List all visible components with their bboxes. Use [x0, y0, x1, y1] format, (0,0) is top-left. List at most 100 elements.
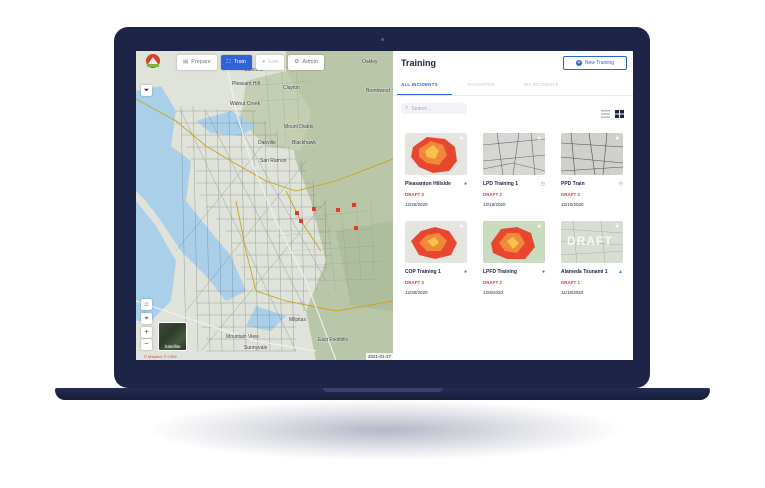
card-title: PPD Train: [561, 181, 585, 187]
map-place-label: Pleasant Hill: [232, 81, 260, 87]
incident-card[interactable]: ★ LPD Training 1 DRAFT 2 12/18/2020 ◷: [483, 133, 545, 207]
map-place-label: Mount Diablo: [284, 124, 314, 130]
search-icon: ⌕: [405, 105, 409, 111]
expand-icon: ⛶: [226, 58, 231, 65]
mode-button-admin[interactable]: ⚙ Admin: [288, 54, 324, 70]
map-canvas[interactable]: [136, 51, 393, 360]
list-view-toggle[interactable]: [601, 105, 610, 118]
grid-view-toggle[interactable]: [615, 105, 624, 118]
clock-icon: ◷: [540, 181, 545, 187]
mode-switcher: ▤ Prepare ⛶ Train ● Live ⚙ Admin: [177, 54, 324, 70]
mode-button-live[interactable]: ● Live: [255, 54, 285, 70]
webcam: [381, 38, 384, 41]
satellite-label: Satellite: [164, 344, 181, 349]
draft-watermark: DRAFT: [567, 234, 613, 248]
laptop-shadow: [150, 400, 620, 460]
locate-button[interactable]: ⌖: [141, 313, 152, 324]
zoom-in-button[interactable]: +: [141, 327, 152, 338]
incident-thumbnail: ★: [405, 133, 467, 175]
card-date: 12/30/2020: [405, 290, 428, 295]
star-icon[interactable]: ★: [459, 135, 464, 142]
card-date: 12/25/2020: [405, 202, 428, 207]
card-status: DRAFT 2: [483, 192, 502, 197]
crosshair-icon: ⌖: [144, 314, 149, 322]
card-date: 12/9/2020: [483, 290, 504, 295]
incident-thumbnail: ★: [483, 133, 545, 175]
card-status: DRAFT 2: [561, 192, 580, 197]
live-dot-icon: ●: [261, 59, 266, 65]
satellite-toggle[interactable]: Satellite: [158, 322, 187, 351]
star-icon[interactable]: ★: [615, 135, 620, 142]
card-status: DRAFT 2: [405, 192, 424, 197]
card-title: LPD Training 1: [483, 181, 519, 187]
map-attribution: © Mapbox © OSM: [144, 354, 177, 359]
map-place-label: Milpitas: [289, 317, 306, 323]
search-placeholder: Search...: [411, 105, 432, 112]
incident-tabs: ALL INCIDENTS FAVORITES MY INCIDENTS: [393, 79, 633, 96]
mode-label: Admin: [302, 59, 318, 65]
plus-circle-icon: +: [575, 60, 582, 66]
mode-label: Live: [268, 59, 279, 65]
active-tab-indicator: [397, 94, 452, 95]
app-screen: Concord Pleasant Hill Clayton Walnut Cre…: [136, 51, 633, 360]
mode-button-prepare[interactable]: ▤ Prepare: [177, 54, 217, 70]
filter-button[interactable]: ⏷: [141, 85, 152, 96]
map-place-label: San Ramon: [260, 158, 287, 164]
laptop-notch: [323, 388, 443, 392]
search-input[interactable]: ⌕ Search...: [401, 103, 467, 114]
incident-thumbnail: ★: [405, 221, 467, 263]
incident-thumbnail: ★: [483, 221, 545, 263]
incident-card[interactable]: ★ LPFD Training DRAFT 2 12/9/2020 ●: [483, 221, 545, 295]
plus-icon: +: [144, 329, 149, 336]
map-place-label: Walnut Creek: [230, 101, 261, 107]
map-place-label: Blackhawk: [292, 140, 316, 146]
incident-card[interactable]: ★ PPD Train DRAFT 2 12/10/2020 ◷: [561, 133, 623, 207]
mode-label: Train: [233, 59, 246, 65]
tab-all-incidents[interactable]: ALL INCIDENTS: [401, 82, 438, 87]
card-date: 11/18/2020: [561, 290, 584, 295]
card-date: 12/18/2020: [483, 202, 506, 207]
tab-favorites[interactable]: FAVORITES: [468, 82, 495, 87]
card-title: COP Training 1: [405, 269, 441, 275]
new-training-button[interactable]: + New Training: [563, 56, 627, 70]
fire-drop-icon: ●: [541, 269, 545, 275]
minus-icon: −: [144, 341, 149, 348]
fire-drop-icon: ●: [463, 269, 467, 275]
map-place-label: East Foothills: [318, 337, 349, 343]
card-status: DRAFT 2: [405, 280, 424, 285]
filter-icon: ⏷: [143, 86, 150, 94]
star-icon[interactable]: ★: [615, 223, 620, 230]
map-place-label: Clayton: [283, 85, 300, 91]
star-icon[interactable]: ★: [537, 135, 542, 142]
card-title: LPFD Training: [483, 269, 517, 275]
map-place-label: Danville: [258, 140, 276, 146]
gear-icon: ⚙: [294, 59, 300, 65]
page-title: Training: [401, 58, 437, 68]
map-view[interactable]: Concord Pleasant Hill Clayton Walnut Cre…: [136, 51, 393, 360]
incident-card[interactable]: ★ Pleasanton Hillside DRAFT 2 12/25/2020…: [405, 133, 467, 207]
mode-label: Prepare: [191, 59, 211, 65]
card-title: Pleasanton Hillside: [405, 181, 451, 187]
star-icon[interactable]: ★: [537, 223, 542, 230]
incident-card[interactable]: DRAFT ★ Alameda Tsunami 1 DRAFT 1 11/18/…: [561, 221, 623, 295]
map-place-label: Oakley: [362, 59, 378, 65]
clipboard-icon: ▤: [183, 59, 189, 65]
incident-card[interactable]: ★ COP Training 1 DRAFT 2 12/30/2020 ●: [405, 221, 467, 295]
home-button[interactable]: ⌂: [141, 299, 152, 310]
incident-thumbnail: DRAFT ★: [561, 221, 623, 263]
star-icon[interactable]: ★: [459, 223, 464, 230]
mode-button-train[interactable]: ⛶ Train: [220, 54, 252, 70]
tab-my-incidents[interactable]: MY INCIDENTS: [524, 82, 559, 87]
app-logo: [144, 54, 162, 68]
zoom-out-button[interactable]: −: [141, 339, 152, 350]
card-title: Alameda Tsunami 1: [561, 269, 608, 275]
card-status: DRAFT 1: [561, 280, 580, 285]
fire-drop-icon: ●: [463, 181, 467, 187]
list-view-icon: [601, 110, 610, 118]
map-date-tag: 2021-01-27: [365, 353, 393, 360]
grid-view-icon: [615, 110, 624, 118]
card-status: DRAFT 2: [483, 280, 502, 285]
map-place-label: Sunnyvale: [244, 345, 268, 351]
map-place-label: Mountain View: [226, 334, 259, 340]
incident-thumbnail: ★: [561, 133, 623, 175]
